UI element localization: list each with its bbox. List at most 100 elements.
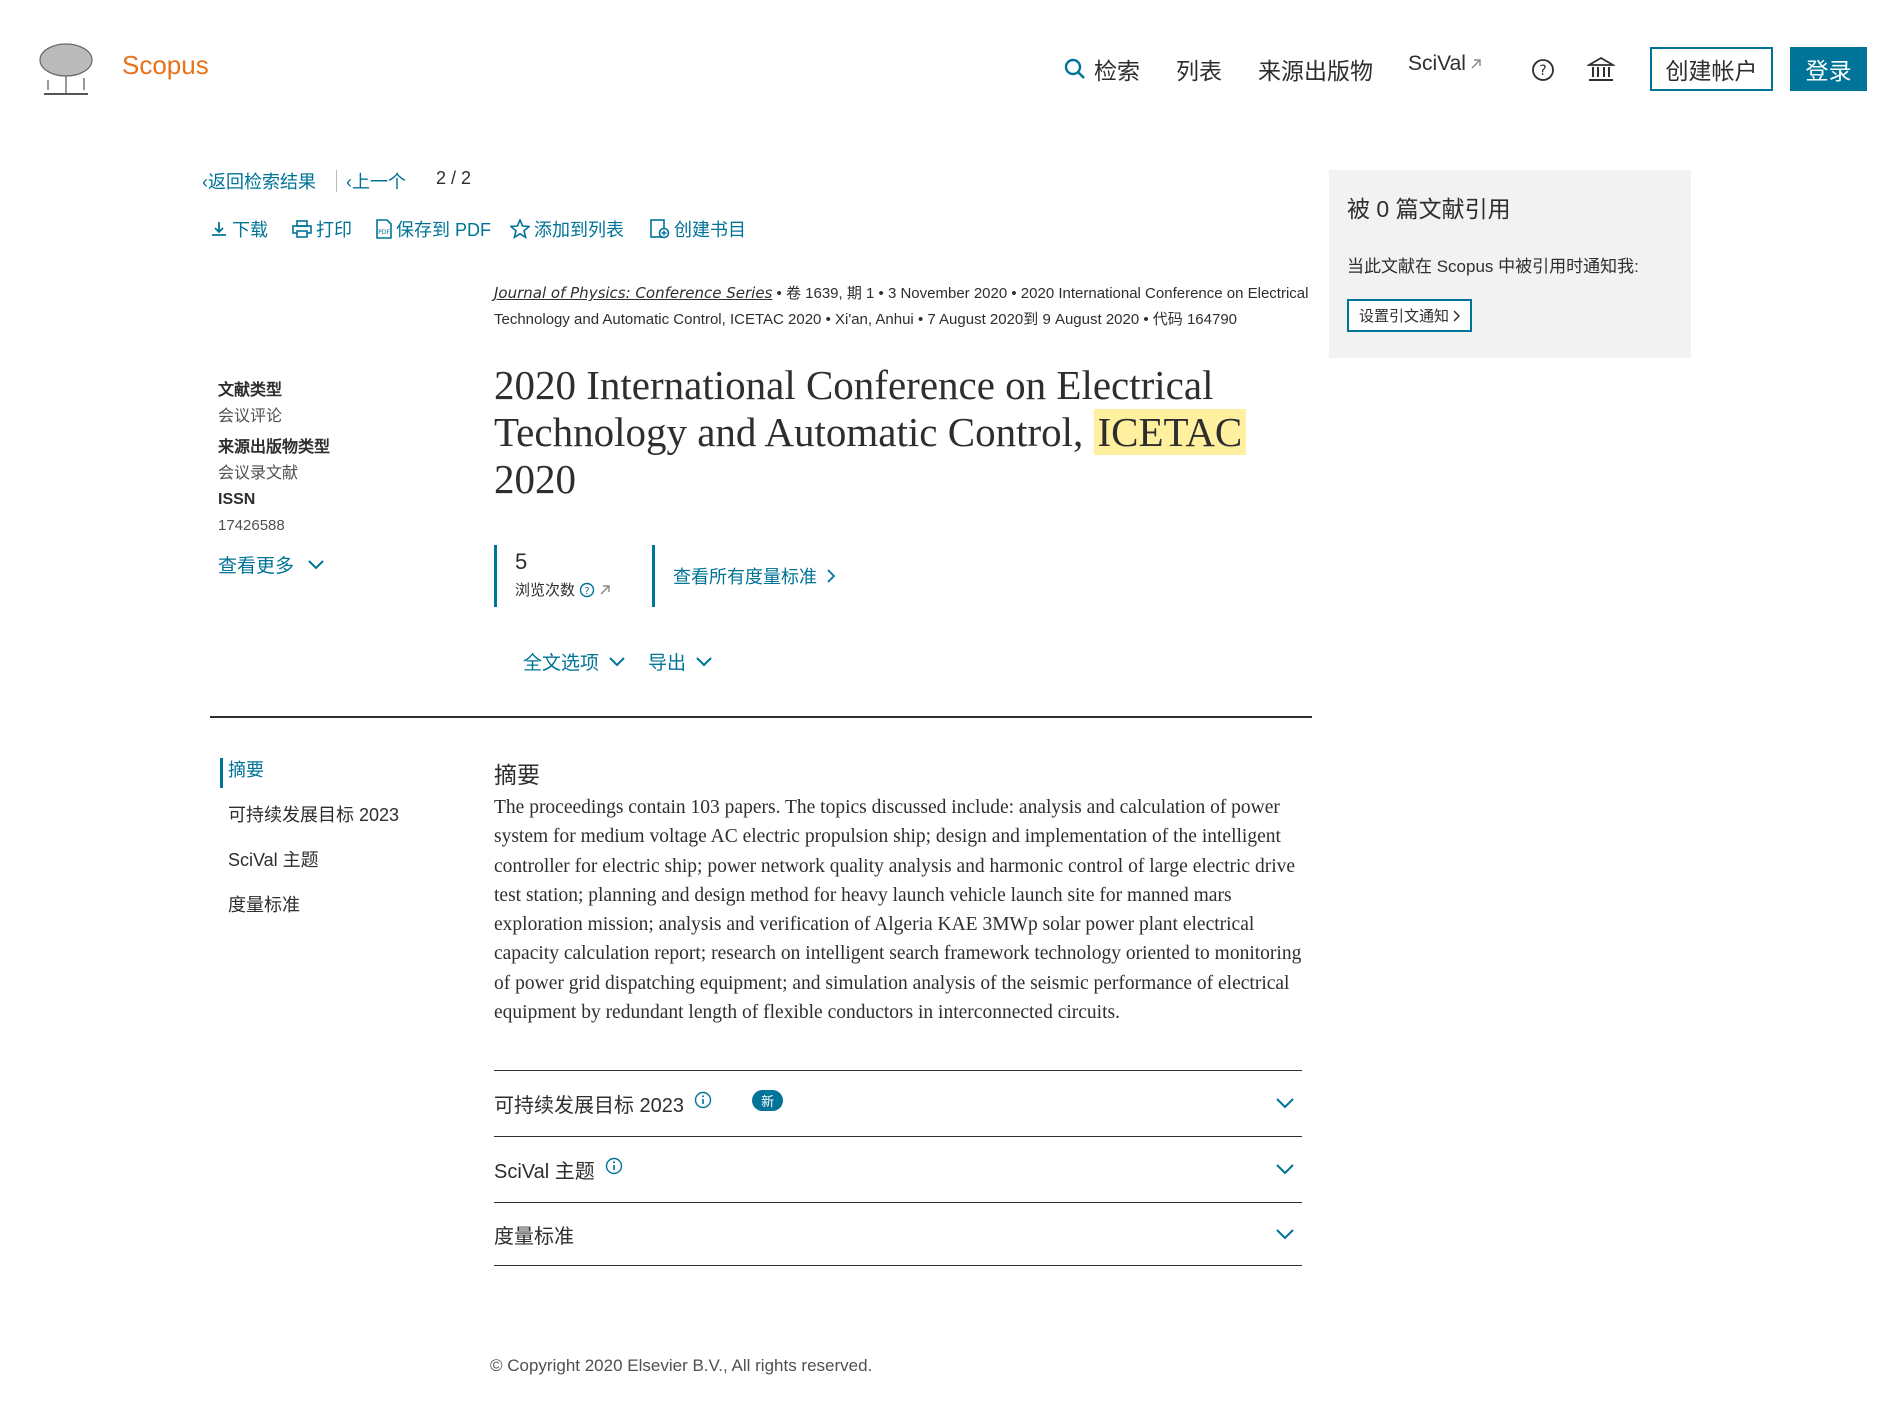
prev-label: 上一个 <box>352 172 406 192</box>
metrics-section-label: 度量标准 <box>494 1225 574 1248</box>
views-label-row: 浏览次数 ? <box>515 579 611 600</box>
nav-search-label: 检索 <box>1094 58 1140 84</box>
pdf-icon: PDF <box>376 219 392 239</box>
bibliography-label: 创建书目 <box>674 220 746 240</box>
download-button[interactable]: 下载 <box>210 216 268 242</box>
login-button[interactable]: 登录 <box>1790 47 1867 91</box>
export-label: 导出 <box>648 653 687 674</box>
print-icon <box>292 220 312 238</box>
chevron-down-icon <box>696 656 712 667</box>
crumb-divider <box>336 170 337 192</box>
title-line2: Technology and Automatic Control, ICETAC <box>494 409 1254 456</box>
nav-scival-topic[interactable]: SciVal 主题 <box>228 846 319 872</box>
chevron-right-icon <box>1453 309 1461 322</box>
cited-by-title: 被 0 篇文献引用 <box>1347 196 1511 222</box>
info-icon[interactable] <box>605 1157 623 1175</box>
add-to-list-button[interactable]: 添加到列表 <box>510 216 624 242</box>
active-nav-indicator <box>220 758 223 788</box>
nav-scival-label: SciVal <box>1408 52 1466 75</box>
bibliography-icon <box>650 219 670 239</box>
conference-dates: 7 August 2020到 9 August 2020 <box>927 311 1140 328</box>
source-meta-line1: Journal of Physics: Conference Series • … <box>494 284 1309 302</box>
volume-issue: 卷 1639, 期 1 <box>785 285 875 302</box>
nav-metrics[interactable]: 度量标准 <box>228 891 300 917</box>
star-icon <box>510 219 530 239</box>
elsevier-logo-icon[interactable] <box>34 40 98 96</box>
print-label: 打印 <box>316 220 352 240</box>
back-label: 返回检索结果 <box>208 172 316 192</box>
title-line2-text: Technology and Automatic Control, <box>494 409 1094 455</box>
page-title: 2020 International Conference on Electri… <box>494 362 1254 503</box>
source-type-label: 来源出版物类型 <box>218 439 331 456</box>
svg-text:PDF: PDF <box>378 229 390 236</box>
cited-by-panel: 被 0 篇文献引用 当此文献在 Scopus 中被引用时通知我: 设置引文通知 <box>1329 170 1691 358</box>
doc-type-value: 会议评论 <box>218 408 283 425</box>
export-button[interactable]: 导出 <box>648 648 712 675</box>
view-all-metrics-link[interactable]: 查看所有度量标准 <box>652 545 835 607</box>
conference-name-part1: 2020 International Conference on Electri… <box>1020 285 1309 302</box>
set-citation-alert-button[interactable]: 设置引文通知 <box>1347 299 1473 332</box>
publication-date: 3 November 2020 <box>887 285 1008 302</box>
full-text-label: 全文选项 <box>523 653 600 674</box>
citation-alert-label: 设置引文通知 <box>1359 308 1450 325</box>
save-pdf-label: 保存到 PDF <box>396 220 492 240</box>
save-pdf-button[interactable]: PDF 保存到 PDF <box>376 216 491 242</box>
views-count: 5 <box>515 549 528 574</box>
sdg-section-label: 可持续发展目标 2023 <box>494 1095 685 1117</box>
see-more-label: 查看更多 <box>218 556 295 577</box>
conference-name-part2: Technology and Automatic Control, ICETAC… <box>494 311 822 328</box>
scival-section-toggle[interactable]: SciVal 主题 <box>494 1136 1302 1202</box>
nav-sdg[interactable]: 可持续发展目标 2023 <box>228 801 399 827</box>
issn-label: ISSN <box>218 491 256 508</box>
nav-sources[interactable]: 来源出版物 <box>1258 52 1373 86</box>
chevron-down-icon <box>308 559 324 570</box>
search-icon <box>1064 58 1086 80</box>
info-circle-icon[interactable]: ? <box>579 582 595 598</box>
metrics-section-toggle[interactable]: 度量标准 <box>494 1202 1302 1266</box>
institution-icon[interactable] <box>1587 55 1615 83</box>
see-more-button[interactable]: 查看更多 <box>218 551 324 578</box>
sdg-section-toggle[interactable]: 可持续发展目标 2023 新 <box>494 1070 1302 1136</box>
issn-value: 17426588 <box>218 517 285 534</box>
conference-location: Xi'an, Anhui <box>835 311 914 328</box>
title-highlight: ICETAC <box>1093 409 1247 455</box>
nav-search[interactable]: 检索 <box>1064 52 1140 86</box>
abstract-text: The proceedings contain 103 papers. The … <box>494 797 1302 1024</box>
create-bibliography-button[interactable]: 创建书目 <box>650 216 746 242</box>
previous-link[interactable]: ‹上一个 <box>346 168 406 194</box>
page-indicator: 2 / 2 <box>436 168 472 188</box>
full-text-options-button[interactable]: 全文选项 <box>523 648 625 675</box>
chevron-down-icon <box>1276 1228 1294 1240</box>
section-divider <box>210 716 1312 718</box>
nav-scival[interactable]: SciVal <box>1408 52 1482 76</box>
download-label: 下载 <box>232 220 268 240</box>
views-metric: 5 浏览次数 ? <box>494 545 611 607</box>
view-all-metrics-label: 查看所有度量标准 <box>673 567 817 587</box>
download-icon <box>210 220 228 238</box>
info-icon[interactable] <box>694 1091 712 1109</box>
cited-notify-text: 当此文献在 Scopus 中被引用时通知我: <box>1347 257 1639 276</box>
chevron-down-icon <box>1276 1098 1294 1109</box>
add-list-label: 添加到列表 <box>534 220 624 240</box>
help-icon[interactable]: ? <box>1531 58 1555 82</box>
title-line3: 2020 <box>494 456 576 502</box>
chevron-down-icon <box>1276 1164 1294 1175</box>
copyright: © Copyright 2020 Elsevier B.V., All righ… <box>490 1356 873 1375</box>
scopus-logo[interactable]: Scopus <box>122 50 209 81</box>
external-link-icon[interactable] <box>599 584 611 596</box>
nav-lists[interactable]: 列表 <box>1176 52 1222 86</box>
nav-abstract[interactable]: 摘要 <box>228 756 264 782</box>
doc-type-label: 文献类型 <box>218 382 283 399</box>
print-button[interactable]: 打印 <box>292 216 352 242</box>
source-meta-line2: Technology and Automatic Control, ICETAC… <box>494 311 1238 328</box>
journal-link[interactable]: Journal of Physics: Conference Series <box>494 284 772 302</box>
back-to-results-link[interactable]: ‹返回检索结果 <box>202 168 316 194</box>
external-link-icon <box>1470 58 1482 70</box>
source-type-value: 会议录文献 <box>218 465 299 482</box>
svg-text:?: ? <box>584 586 589 597</box>
scival-section-label: SciVal 主题 <box>494 1161 595 1183</box>
chevron-down-icon <box>609 656 625 667</box>
views-label: 浏览次数 <box>515 582 576 599</box>
create-account-button[interactable]: 创建帐户 <box>1650 47 1773 91</box>
new-badge: 新 <box>752 1090 784 1111</box>
